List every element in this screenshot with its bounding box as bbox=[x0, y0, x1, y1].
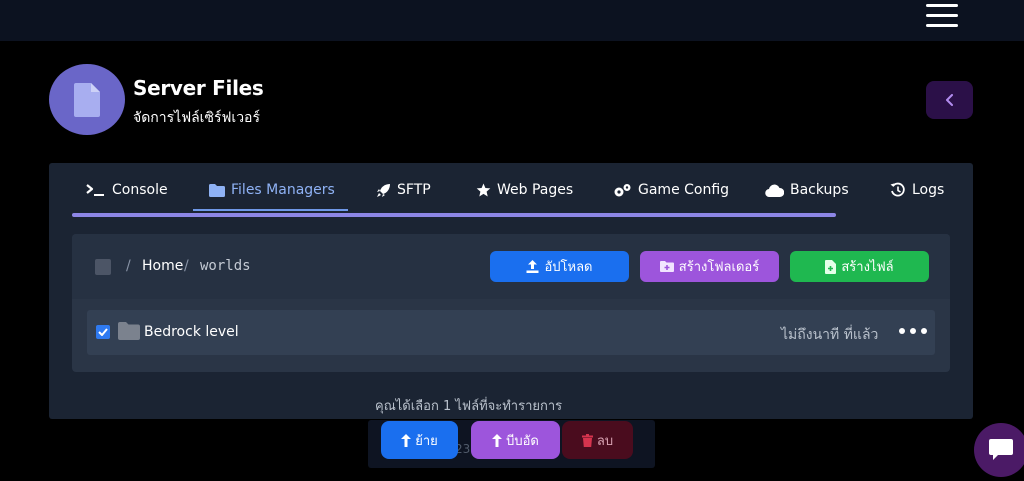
folder-plus-icon bbox=[659, 261, 674, 272]
tab-sftp[interactable]: SFTP bbox=[376, 170, 431, 210]
selection-message: คุณได้เลือก 1 ไฟล์ที่จะทำรายการ bbox=[375, 399, 563, 414]
tab-label: Web Pages bbox=[497, 182, 574, 198]
folder-icon bbox=[118, 322, 140, 340]
row-checkbox[interactable] bbox=[96, 325, 110, 339]
move-label: ย้าย bbox=[415, 433, 438, 449]
top-navbar bbox=[0, 0, 1024, 41]
upload-icon bbox=[526, 260, 539, 273]
arrow-up-icon bbox=[492, 433, 503, 447]
tab-console[interactable]: Console bbox=[86, 170, 168, 210]
terminal-icon bbox=[86, 184, 104, 196]
compress-label: บีบอัด bbox=[506, 433, 539, 449]
tab-files-managers[interactable]: Files Managers bbox=[209, 170, 335, 210]
breadcrumb-home[interactable]: Home bbox=[142, 258, 183, 274]
history-icon bbox=[890, 182, 905, 197]
tab-web-pages[interactable]: Web Pages bbox=[476, 170, 573, 210]
upload-button[interactable]: อัปโหลด bbox=[490, 251, 629, 282]
explorer-toolbar: / Home / worlds อัปโหลด สร้างโฟลเดอร์ สร… bbox=[72, 234, 950, 299]
breadcrumb-separator: / bbox=[126, 258, 131, 274]
file-icon bbox=[74, 82, 100, 117]
page-title: Server Files bbox=[133, 76, 264, 100]
tab-label: SFTP bbox=[397, 182, 431, 198]
checkmark-icon bbox=[98, 328, 108, 336]
chat-icon bbox=[989, 439, 1013, 460]
hamburger-menu-icon[interactable] bbox=[926, 3, 958, 28]
file-modified: ไม่ถึงนาที ที่แล้ว bbox=[781, 327, 879, 343]
file-explorer: / Home / worlds อัปโหลด สร้างโฟลเดอร์ สร… bbox=[72, 234, 950, 372]
file-plus-icon bbox=[825, 259, 837, 274]
new-folder-button[interactable]: สร้างโฟลเดอร์ bbox=[640, 251, 779, 282]
file-row[interactable]: Bedrock level ไม่ถึงนาที ที่แล้ว bbox=[87, 310, 935, 355]
chevron-left-icon bbox=[945, 94, 953, 106]
row-more-icon[interactable] bbox=[899, 324, 927, 338]
tab-label: Files Managers bbox=[231, 182, 335, 198]
file-name[interactable]: Bedrock level bbox=[144, 324, 239, 340]
tab-logs[interactable]: Logs bbox=[890, 170, 944, 210]
cloud-icon bbox=[765, 184, 784, 197]
gears-icon bbox=[614, 183, 631, 196]
folder-icon bbox=[209, 183, 225, 197]
delete-button[interactable]: ลบ bbox=[562, 421, 633, 459]
page-subtitle: จัดการไฟล์เซิร์ฟเวอร์ bbox=[133, 110, 260, 126]
tab-backups[interactable]: Backups bbox=[765, 170, 849, 210]
new-file-button[interactable]: สร้างไฟล์ bbox=[790, 251, 929, 282]
back-button[interactable] bbox=[926, 81, 973, 119]
trash-icon bbox=[581, 433, 593, 447]
compress-button[interactable]: บีบอัด bbox=[471, 421, 560, 459]
new-folder-label: สร้างโฟลเดอร์ bbox=[678, 260, 760, 275]
active-tab-indicator bbox=[193, 209, 348, 211]
breadcrumb-separator: / bbox=[184, 258, 189, 274]
star-icon bbox=[476, 183, 491, 196]
breadcrumb-current: worlds bbox=[200, 258, 251, 274]
upload-label: อัปโหลด bbox=[544, 260, 593, 275]
tab-game-config[interactable]: Game Config bbox=[613, 170, 729, 210]
tabs-divider bbox=[72, 213, 836, 217]
rocket-icon bbox=[377, 183, 390, 197]
tab-label: Game Config bbox=[638, 182, 730, 198]
tab-bar: Console Files Managers SFTP Web Pages Ga… bbox=[72, 170, 972, 210]
arrow-up-icon bbox=[401, 433, 412, 447]
tab-label: Backups bbox=[790, 182, 849, 198]
new-file-label: สร้างไฟล์ bbox=[841, 260, 894, 275]
move-button[interactable]: ย้าย bbox=[381, 421, 458, 459]
delete-label: ลบ bbox=[596, 433, 614, 449]
chat-button[interactable] bbox=[974, 423, 1024, 477]
select-all-checkbox[interactable] bbox=[95, 259, 111, 275]
tab-label: Console bbox=[112, 182, 168, 198]
tab-label: Logs bbox=[912, 182, 945, 198]
page-avatar bbox=[49, 64, 125, 135]
